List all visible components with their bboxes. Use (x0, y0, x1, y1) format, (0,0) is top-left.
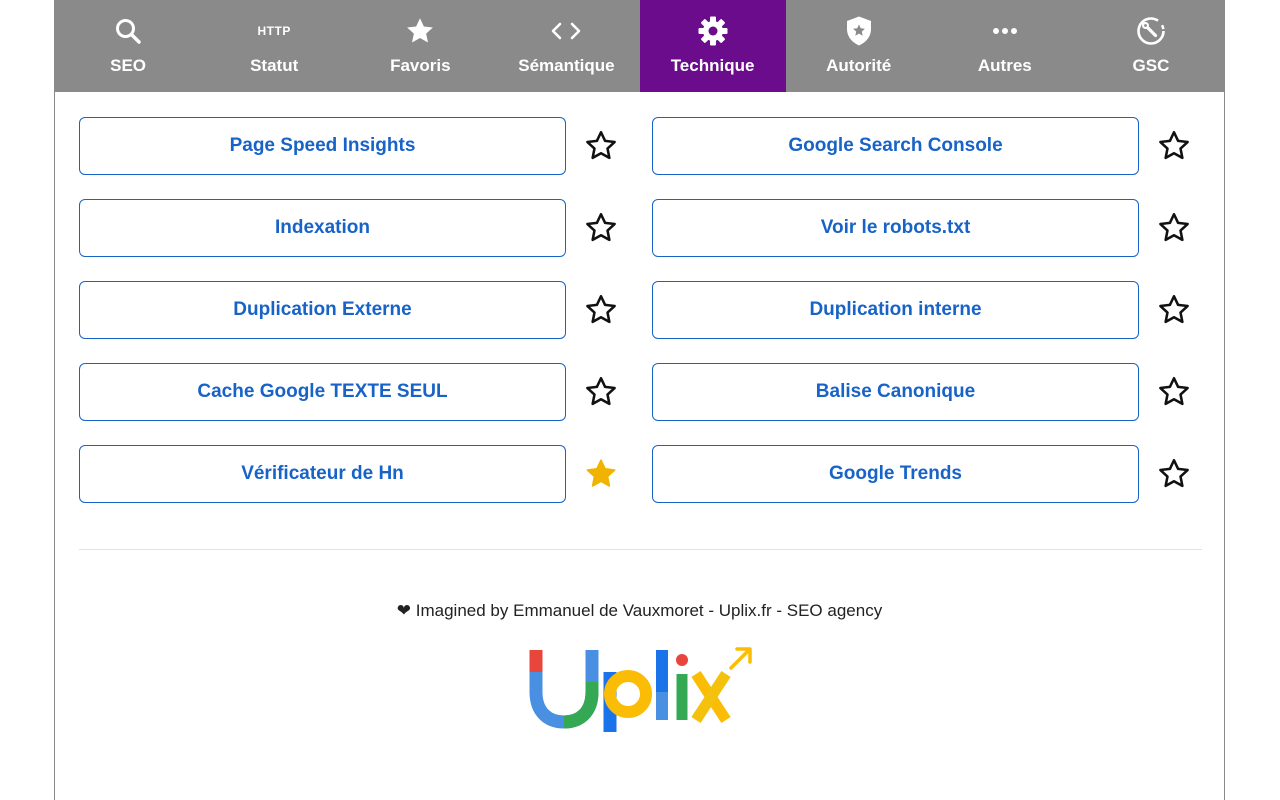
duplication-interne-button[interactable]: Duplication interne (652, 281, 1139, 339)
tab-statut[interactable]: HTTP Statut (201, 0, 347, 92)
uplix-logo[interactable] (528, 642, 758, 737)
tab-technique[interactable]: Technique (639, 0, 786, 92)
tab-label: GSC (1132, 56, 1170, 75)
verificateur-hn-button[interactable]: Vérificateur de Hn (79, 445, 566, 503)
footer-credit: ❤ Imagined by Emmanuel de Vauxmoret - Up… (396, 601, 883, 620)
tab-label: Statut (250, 56, 299, 75)
extension-panel: SEO HTTP Statut Favoris Sémantique Techn… (54, 0, 1225, 800)
tab-bar: SEO HTTP Statut Favoris Sémantique Techn… (55, 0, 1224, 92)
tab-favoris[interactable]: Favoris (347, 0, 493, 92)
tools-row: Page Speed Insights Google Search Consol… (79, 117, 1205, 175)
tab-seo[interactable]: SEO (55, 0, 201, 92)
tab-label: Sémantique (518, 56, 615, 75)
shield-icon (845, 14, 873, 48)
robots-txt-button[interactable]: Voir le robots.txt (652, 199, 1139, 257)
search-icon (114, 14, 142, 48)
http-icon: HTTP (257, 24, 291, 38)
favorite-star-outline-icon[interactable] (1157, 293, 1191, 327)
favorite-star-outline-icon[interactable] (584, 293, 618, 327)
indexation-button[interactable]: Indexation (79, 199, 566, 257)
more-dots-icon (991, 14, 1019, 48)
tab-label: Favoris (390, 56, 451, 75)
tab-label: Autres (977, 56, 1032, 75)
balise-canonique-button[interactable]: Balise Canonique (652, 363, 1139, 421)
tab-label: Technique (670, 56, 755, 75)
tab-autres[interactable]: Autres (932, 0, 1078, 92)
divider (79, 549, 1202, 550)
favorite-star-filled-icon[interactable] (584, 457, 618, 491)
tools-grid: Page Speed Insights Google Search Consol… (79, 117, 1205, 527)
gear-icon (697, 14, 729, 48)
tools-row: Cache Google TEXTE SEUL Balise Canonique (79, 363, 1205, 421)
duplication-externe-button[interactable]: Duplication Externe (79, 281, 566, 339)
favorite-star-outline-icon[interactable] (1157, 211, 1191, 245)
favorite-star-outline-icon[interactable] (1157, 129, 1191, 163)
tools-row: Duplication Externe Duplication interne (79, 281, 1205, 339)
wrench-gauge-icon (1135, 14, 1167, 48)
page-speed-insights-button[interactable]: Page Speed Insights (79, 117, 566, 175)
google-trends-button[interactable]: Google Trends (652, 445, 1139, 503)
star-icon (405, 14, 435, 48)
favorite-star-outline-icon[interactable] (584, 375, 618, 409)
tab-label: Autorité (826, 56, 892, 75)
cache-google-button[interactable]: Cache Google TEXTE SEUL (79, 363, 566, 421)
tools-row: Indexation Voir le robots.txt (79, 199, 1205, 257)
tab-semantique[interactable]: Sémantique (493, 0, 639, 92)
favorite-star-outline-icon[interactable] (1157, 375, 1191, 409)
favorite-star-outline-icon[interactable] (1157, 457, 1191, 491)
tools-row: Vérificateur de Hn Google Trends (79, 445, 1205, 503)
tab-label: SEO (110, 56, 147, 75)
favorite-star-outline-icon[interactable] (584, 129, 618, 163)
favorite-star-outline-icon[interactable] (584, 211, 618, 245)
code-icon (550, 14, 582, 48)
google-search-console-button[interactable]: Google Search Console (652, 117, 1139, 175)
tab-autorite[interactable]: Autorité (786, 0, 932, 92)
tab-gsc[interactable]: GSC (1078, 0, 1224, 92)
